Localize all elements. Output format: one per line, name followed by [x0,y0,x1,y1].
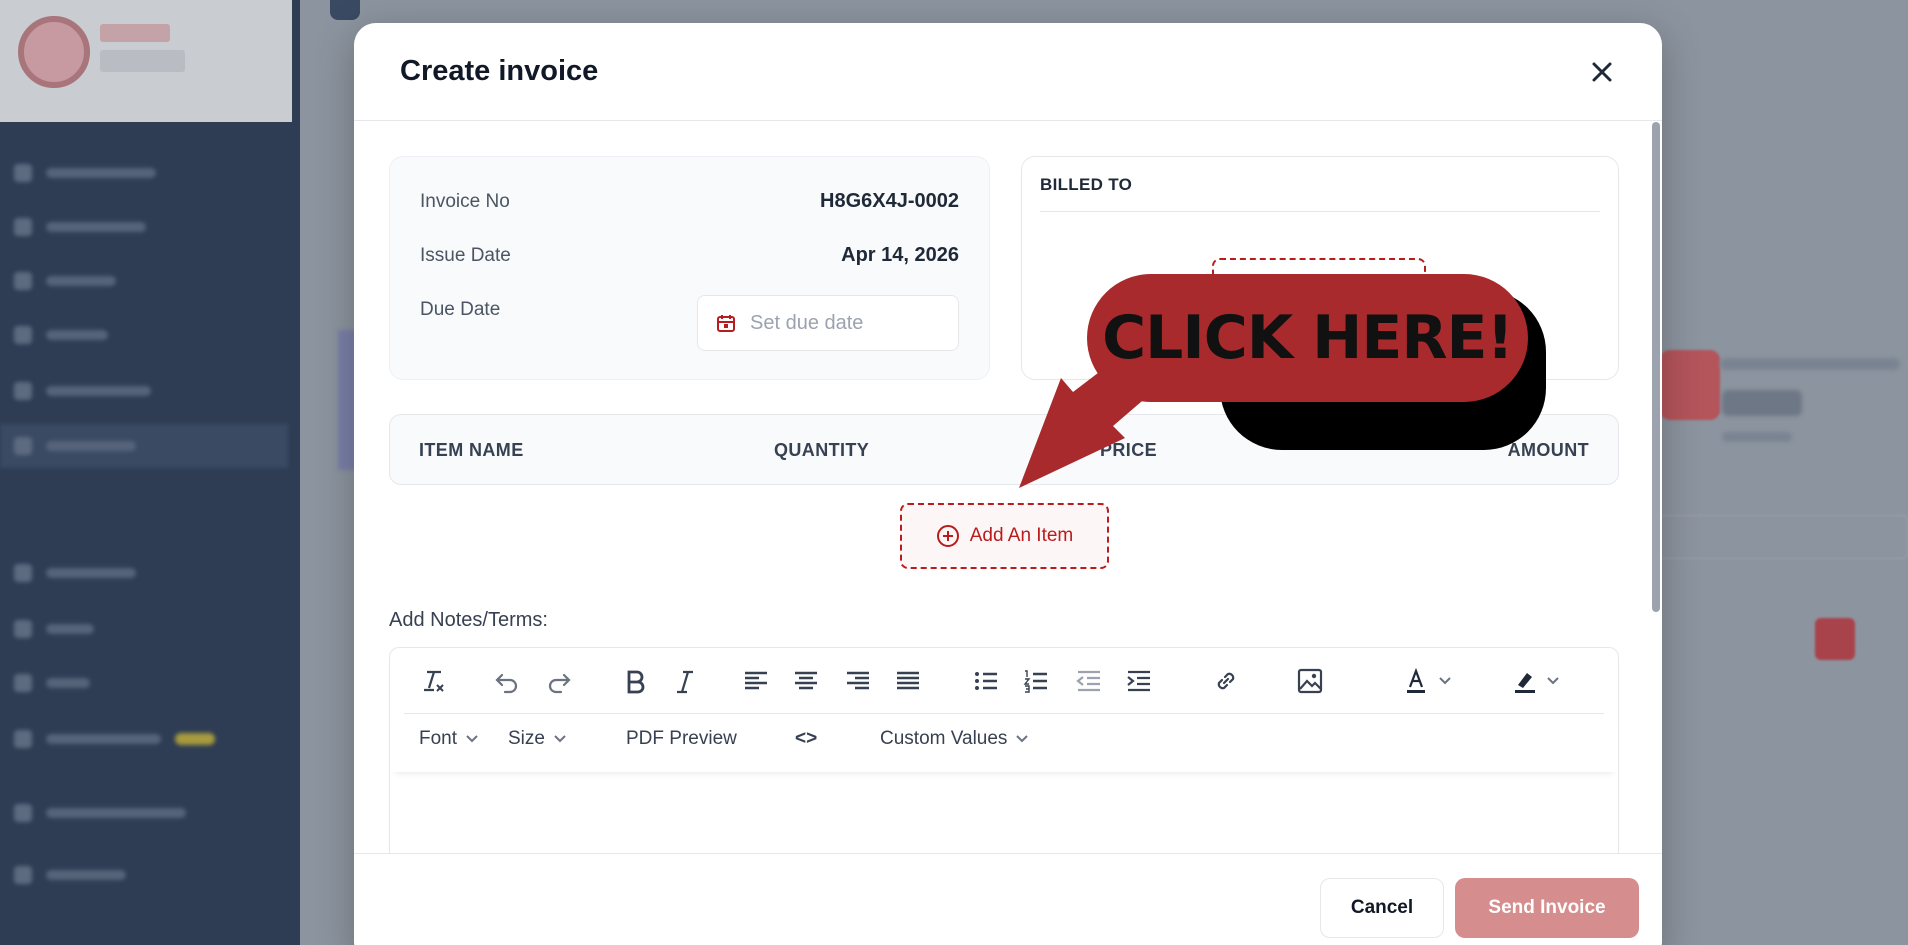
undo-icon [495,673,518,694]
sidebar-item [14,860,284,890]
source-code-button[interactable]: <> [795,728,817,750]
redo-button[interactable] [544,666,574,696]
align-left-button[interactable] [741,666,771,696]
sidebar-item [14,724,284,754]
italic-icon [677,670,693,694]
add-item-label: Add An Item [969,525,1074,546]
callout-arrow-icon [1019,370,1155,488]
billed-to-title: BILLED TO [1040,175,1133,194]
sidebar-item [14,376,284,406]
due-date-placeholder: Set due date [750,311,864,334]
sidebar-item [14,614,284,644]
notes-editor[interactable]: Font Size PDF Preview <> Custom Values [389,647,1619,887]
size-dropdown[interactable]: Size [508,728,567,750]
invoice-info-card: Invoice No H8G6X4J-0002 Issue Date Apr 1… [389,156,990,380]
image-icon [1297,668,1323,694]
sidebar-item [14,212,284,242]
background-stat-icon [1660,350,1720,420]
bold-icon [627,670,645,694]
chevron-down-icon [1016,735,1029,743]
text-color-button[interactable] [1404,666,1460,696]
sidebar-item [14,798,284,828]
divider [1040,211,1600,212]
modal-title: Create invoice [400,55,599,87]
issue-date-value: Apr 14, 2026 [841,244,959,266]
image-button[interactable] [1295,666,1325,696]
pdf-preview-button[interactable]: PDF Preview [626,728,737,750]
sidebar-item [14,668,284,698]
link-button[interactable] [1211,666,1241,696]
background-pager [1815,618,1855,660]
column-quantity: QUANTITY [774,440,870,460]
background-stat-label [1720,358,1900,370]
due-date-input[interactable]: Set due date [697,295,959,351]
issue-date-label: Issue Date [420,245,511,266]
bold-button[interactable] [620,666,650,696]
align-left-icon [745,671,767,690]
invoice-no-value: H8G6X4J-0002 [820,190,959,212]
invoice-no-label: Invoice No [420,191,510,212]
link-icon [1217,672,1235,690]
background-tab [330,0,360,20]
sidebar-item [14,266,284,296]
custom-values-dropdown[interactable]: Custom Values [880,728,1029,750]
font-dropdown[interactable]: Font [419,728,479,750]
modal-scrollbar[interactable] [1652,122,1660,612]
editor-toolbar [404,648,1604,714]
clear-format-icon [424,670,444,692]
sidebar-item [14,558,284,588]
align-right-icon [847,671,869,690]
code-icon: <> [795,728,818,749]
modal-footer: Cancel Send Invoice [354,853,1662,945]
italic-button[interactable] [670,666,700,696]
indent-icon [1127,670,1150,692]
pdf-preview-label: PDF Preview [626,728,737,749]
indent-button[interactable] [1124,666,1154,696]
background-stat-value [1722,390,1802,416]
background-search [1650,515,1908,559]
close-button[interactable] [1586,56,1618,88]
close-icon [1592,62,1612,81]
outdent-button[interactable] [1074,666,1104,696]
font-label: Font [419,728,458,749]
sidebar-item [14,158,284,188]
size-label: Size [508,728,545,749]
align-justify-icon [897,671,919,690]
redo-icon [548,673,571,694]
outdent-icon [1076,670,1100,692]
modal-header: Create invoice [354,23,1662,121]
numbered-list-button[interactable] [1021,666,1051,696]
bullet-list-button[interactable] [971,666,1001,696]
chevron-down-icon [466,735,478,743]
editor-toolbar-secondary: Font Size PDF Preview <> Custom Values [390,714,1618,772]
align-justify-button[interactable] [893,666,923,696]
background-sidebar [0,0,300,945]
column-item-name: ITEM NAME [419,440,524,460]
send-invoice-button[interactable]: Send Invoice [1455,878,1639,938]
sidebar-item-active [0,424,288,468]
notes-label: Add Notes/Terms: [389,609,548,631]
sidebar-item [14,320,284,350]
plus-circle-icon [936,525,959,547]
align-right-button[interactable] [843,666,873,696]
logo [0,0,292,122]
clear-format-button[interactable] [418,666,448,696]
numbered-list-icon [1023,670,1047,693]
column-amount: AMOUNT [1507,440,1589,460]
text-color-icon [1407,667,1451,693]
undo-button[interactable] [492,666,522,696]
chevron-down-icon [554,735,566,743]
calendar-icon [717,315,735,332]
bullet-list-icon [975,672,997,690]
highlight-color-button[interactable] [1512,666,1568,696]
align-center-button[interactable] [791,666,821,696]
add-item-button[interactable]: Add An Item [900,503,1109,569]
custom-values-label: Custom Values [880,728,1008,749]
due-date-label: Due Date [420,299,501,320]
align-center-icon [795,671,817,690]
background-stat-sub [1722,432,1792,442]
cancel-button[interactable]: Cancel [1320,878,1444,938]
highlighter-icon [1515,673,1559,693]
